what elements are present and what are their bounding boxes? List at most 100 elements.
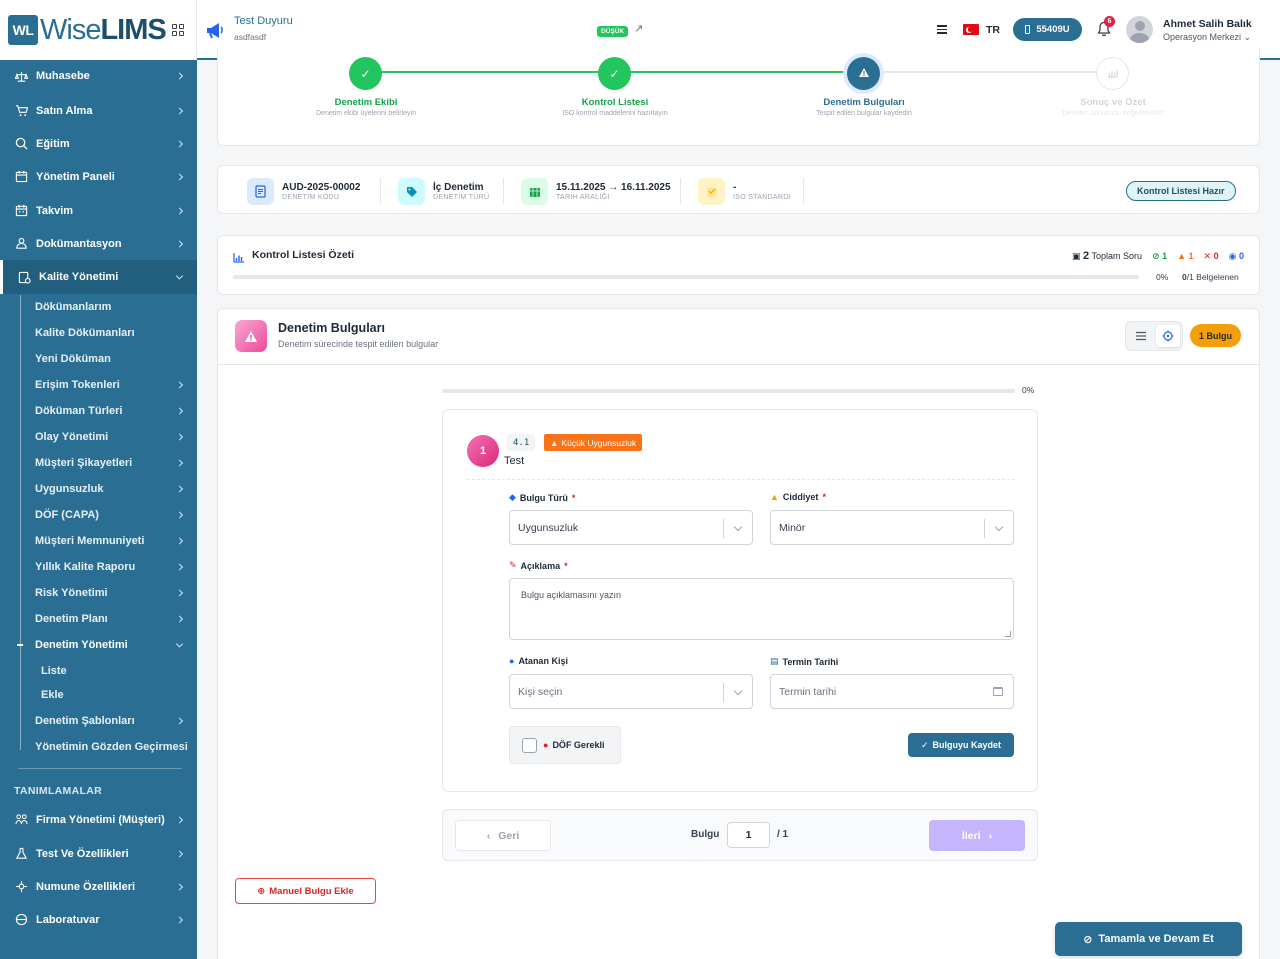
sidebar-item-satin-alma[interactable]: Satın Alma xyxy=(0,94,197,127)
sidebar-sub-denetim-sablonlari[interactable]: Denetim Şablonları xyxy=(0,708,197,734)
sidebar-item-numune-ozellikleri[interactable]: Numune Özellikleri xyxy=(0,870,197,903)
sidebar-sub-musteri-memnuniyeti[interactable]: Müşteri Memnuniyeti xyxy=(0,528,197,554)
calendar-icon xyxy=(14,170,28,184)
info-date-range: 15.11.2025 → 16.11.2025 TARİH ARALIĞI xyxy=(521,178,671,205)
close-icon: ✕ xyxy=(1203,250,1212,261)
sidebar-item-egitim[interactable]: Eğitim xyxy=(0,127,197,160)
sidebar-sub-uygunsuzluk[interactable]: Uygunsuzluk xyxy=(0,476,197,502)
sidebar-sub-denetim-yonetimi[interactable]: Denetim Yönetimi xyxy=(0,632,197,658)
sidebar-sub-dokumanlarim[interactable]: Dökümanlarım xyxy=(0,294,197,320)
sidebar-item-firma-yonetimi[interactable]: Firma Yönetimi (Müşteri) xyxy=(0,803,197,836)
announcement-title[interactable]: Test Duyuru xyxy=(234,15,293,27)
step-3-circle[interactable] xyxy=(847,57,880,90)
user-name[interactable]: Ahmet Salih Balık xyxy=(1163,18,1252,30)
sidebar-sub-dokuman-turleri[interactable]: Döküman Türleri xyxy=(0,398,197,424)
resize-handle[interactable] xyxy=(1005,631,1011,637)
calendar-icon: ▤ xyxy=(770,656,779,666)
sidebar-item-yonetim-paneli[interactable]: Yönetim Paneli xyxy=(0,160,197,193)
description-textarea[interactable]: Bulgu açıklamasını yazın xyxy=(509,578,1014,640)
audit-info-bar: AUD-2025-00002 DENETİM KODU İç Denetim DEN… xyxy=(217,165,1260,214)
chart-icon xyxy=(1107,67,1119,81)
step-4-desc: Denetim sonucunu değerlendirin xyxy=(1062,110,1164,117)
sidebar-item-test-ve-ozellikleri[interactable]: Test Ve Özellikleri xyxy=(0,837,197,870)
sidebar-sub-kalite-dokumanlari[interactable]: Kalite Dökümanları xyxy=(0,320,197,346)
severity-select[interactable]: Minör xyxy=(770,510,1014,545)
counter-button[interactable]: 55409U xyxy=(1013,18,1082,41)
due-date-input[interactable]: Termin tarihi xyxy=(770,674,1014,709)
chevron-down-icon xyxy=(733,686,743,696)
sidebar-item-dokumantasyon[interactable]: Dokümantasyon xyxy=(0,227,197,260)
step-3-title: Denetim Bulguları xyxy=(823,97,905,108)
finding-form: 1 4.1 ▲ Küçük Uygunsuzluk Test ◆ Bulgu Tür… xyxy=(442,409,1038,792)
apps-grid-icon[interactable] xyxy=(171,24,184,36)
pencil-icon: ✎ xyxy=(509,560,517,570)
sidebar-sub-yillik-kalite-raporu[interactable]: Yıllık Kalite Raporu xyxy=(0,554,197,580)
sidebar-sub-dof-capa[interactable]: DÖF (CAPA) xyxy=(0,502,197,528)
calendar-icon[interactable] xyxy=(993,687,1003,696)
view-count: ◉ 0 xyxy=(1228,250,1244,261)
finding-type-select[interactable]: Uygunsuzluk xyxy=(509,510,753,545)
warning-icon: ▲ xyxy=(770,492,779,502)
sidebar-sub-denetim-plani[interactable]: Denetim Planı xyxy=(0,606,197,632)
chevron-down-icon: ⌄ xyxy=(1243,32,1252,42)
scale-icon xyxy=(14,69,28,83)
sidebar-sub-yeni-dokuman[interactable]: Yeni Döküman xyxy=(0,346,197,372)
sidebar-sub-olay-yonetimi[interactable]: Olay Yönetimi xyxy=(0,424,197,450)
chevron-down-icon xyxy=(994,522,1004,532)
step-4-circle[interactable] xyxy=(1096,57,1129,90)
brand-wise: Wise xyxy=(40,13,101,46)
sidebar-item-kalite-yonetimi[interactable]: Kalite Yönetimi xyxy=(0,260,197,294)
finding-code: 4.1 xyxy=(507,434,536,451)
sidebar-sub-yonetimin-gozden-gecirmesi[interactable]: Yönetimin Gözden Geçirmesi xyxy=(0,734,197,760)
avatar[interactable] xyxy=(1126,16,1153,43)
list-view-icon[interactable] xyxy=(1129,325,1153,347)
complete-and-continue-button[interactable]: ⊘ Tamamla ve Devam Et xyxy=(1055,922,1242,956)
prev-button[interactable]: ‹ Geri xyxy=(455,820,551,851)
view-toggle xyxy=(1125,321,1183,351)
add-manual-finding-button[interactable]: ⊕ Manuel Bulgu Ekle xyxy=(235,878,376,904)
save-finding-button[interactable]: ✓ Bulguyu Kaydet xyxy=(908,733,1014,757)
step-1-circle[interactable]: ✓ xyxy=(349,57,382,90)
findings-panel: Denetim Bulguları Denetim sürecinde tesp… xyxy=(217,308,1260,959)
summary-percent: 0% xyxy=(1156,272,1169,282)
capa-required-toggle[interactable]: ● DÖF Gerekli xyxy=(509,726,621,764)
summary-title: Kontrol Listesi Özeti xyxy=(252,249,355,261)
language-selector[interactable]: TR xyxy=(986,24,1000,36)
tag-icon xyxy=(398,178,425,205)
pager-total: / 1 xyxy=(777,829,789,840)
step-2-circle[interactable]: ✓ xyxy=(598,57,631,90)
sidebar-subsub-liste[interactable]: Liste xyxy=(0,659,197,683)
calendar-icon xyxy=(14,204,28,218)
finding-question-text: Test xyxy=(504,455,525,467)
company-icon xyxy=(14,813,28,827)
sidebar-item-takvim[interactable]: Takvim xyxy=(0,194,197,227)
finding-type-label: ◆ Bulgu Türü * xyxy=(509,492,576,503)
capa-checkbox[interactable] xyxy=(522,737,537,753)
warning-icon xyxy=(858,67,870,81)
external-link-icon[interactable]: ↗ xyxy=(634,22,643,35)
assignee-select[interactable]: Kişi seçin xyxy=(509,674,753,709)
turkey-flag-icon[interactable] xyxy=(963,24,979,35)
brand-logo[interactable]: WL Wise LIMS xyxy=(0,0,197,60)
due-date-label: ▤ Termin Tarihi xyxy=(770,656,839,667)
info-divider xyxy=(503,178,504,204)
sidebar-sub-risk-yonetimi[interactable]: Risk Yönetimi xyxy=(0,580,197,606)
summary-stats: ▣ 2 Toplam Soru ⊘ 1 ▲ 1 ✕ 0 ◉ 0 xyxy=(1072,250,1244,262)
findings-subtitle: Denetim sürecinde tespit edilen bulgular xyxy=(278,339,439,349)
cart-icon xyxy=(14,104,28,118)
sidebar-sub-musteri-sikayetleri[interactable]: Müşteri Şikayetleri xyxy=(0,450,197,476)
finding-number: 1 xyxy=(467,435,499,467)
page-number-input[interactable]: 1 xyxy=(727,822,770,848)
checklist-summary: Kontrol Listesi Özeti ▣ 2 Toplam Soru ⊘ … xyxy=(217,235,1260,295)
step-4-title: Sonuç ve Özet xyxy=(1080,97,1146,108)
info-iso-standard: - ISO STANDARDI xyxy=(698,178,791,205)
sidebar-sub-erisim-tokenleri[interactable]: Erişim Tokenleri xyxy=(0,372,197,398)
sidebar-item-muhasebe[interactable]: Muhasebe xyxy=(0,60,197,92)
findings-progress-percent: 0% xyxy=(1022,385,1035,395)
hamburger-menu-icon[interactable] xyxy=(937,25,947,34)
focus-view-icon[interactable] xyxy=(1156,325,1180,347)
sidebar-item-laboratuvar[interactable]: Laboratuvar xyxy=(0,903,197,936)
user-role[interactable]: Operasyon Merkezi ⌄ xyxy=(1163,32,1251,43)
sidebar-subsub-ekle[interactable]: Ekle xyxy=(0,683,197,707)
next-button[interactable]: İleri › xyxy=(929,820,1025,851)
